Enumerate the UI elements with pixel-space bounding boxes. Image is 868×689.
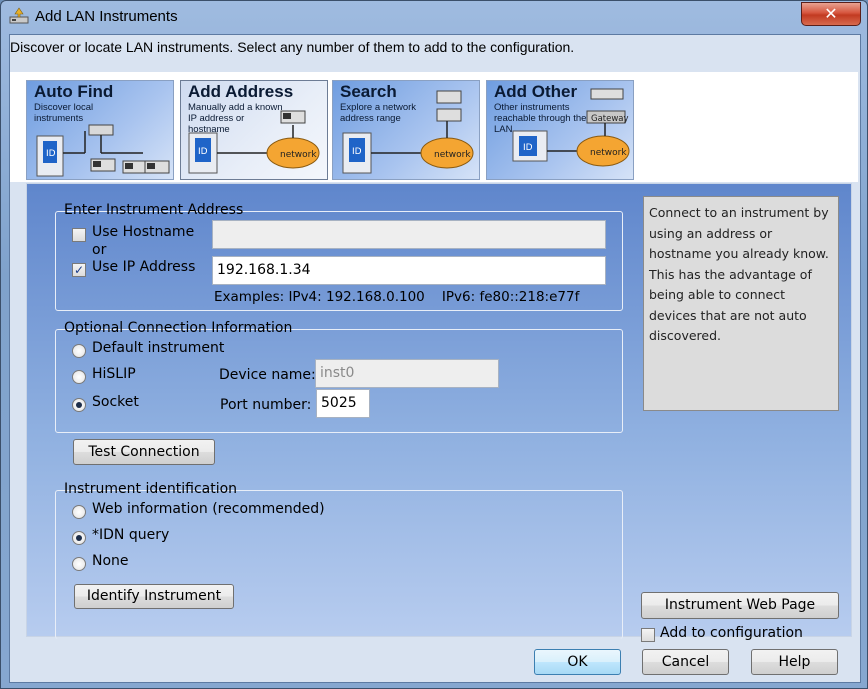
tab-description: Other instruments reachable through the … bbox=[494, 102, 587, 135]
tab-label: Auto Find bbox=[34, 82, 114, 101]
lan-instruments-app-icon bbox=[9, 7, 29, 25]
identification-group-label: Instrument identification bbox=[64, 481, 238, 497]
svg-text:ID: ID bbox=[46, 149, 56, 159]
socket-label: Socket bbox=[92, 394, 139, 410]
socket-radio[interactable] bbox=[72, 398, 86, 412]
svg-text:ID: ID bbox=[523, 143, 533, 153]
tab-description: Discover local instruments bbox=[34, 102, 94, 124]
address-examples: Examples: IPv4: 192.168.0.100 IPv6: fe80… bbox=[214, 289, 580, 305]
none-radio[interactable] bbox=[72, 557, 86, 571]
none-label: None bbox=[92, 553, 129, 569]
connection-group: Optional Connection Information Default … bbox=[55, 320, 623, 433]
idn-query-radio[interactable] bbox=[72, 531, 86, 545]
close-icon: ✕ bbox=[824, 4, 838, 23]
tab-label: Add Other bbox=[494, 82, 578, 101]
use-ip-address-checkbox[interactable]: ✓ bbox=[72, 263, 86, 277]
hislip-radio[interactable] bbox=[72, 370, 86, 384]
svg-text:ID: ID bbox=[352, 147, 362, 157]
hislip-label: HiSLIP bbox=[92, 366, 136, 382]
help-button[interactable]: Help bbox=[751, 649, 838, 675]
add-address-panel: Enter Instrument Address Use Hostname or… bbox=[26, 183, 852, 642]
default-instrument-radio[interactable] bbox=[72, 344, 86, 358]
idn-query-label: *IDN query bbox=[92, 527, 170, 543]
dialog-footer: OK Cancel Help bbox=[10, 637, 858, 681]
use-hostname-label: Use Hostname bbox=[92, 224, 195, 240]
window-title: Add LAN Instruments bbox=[35, 8, 178, 25]
mode-tabs-strip: ID Auto Find Discover local instruments bbox=[10, 72, 858, 182]
web-information-radio[interactable] bbox=[72, 505, 86, 519]
help-info-box: Connect to an instrument by using an add… bbox=[643, 196, 839, 411]
test-connection-button[interactable]: Test Connection bbox=[73, 439, 215, 465]
use-ip-address-label: Use IP Address bbox=[92, 259, 196, 275]
dialog-description: Discover or locate LAN instruments. Sele… bbox=[10, 39, 575, 55]
dialog-client: Discover or locate LAN instruments. Sele… bbox=[9, 34, 861, 683]
title-bar: Add LAN Instruments ✕ bbox=[1, 1, 867, 35]
instrument-web-page-button[interactable]: Instrument Web Page bbox=[641, 592, 839, 619]
ip-address-input[interactable]: 192.168.1.34 bbox=[212, 256, 606, 285]
add-lan-instruments-window: Add LAN Instruments ✕ Discover or locate… bbox=[0, 0, 868, 689]
identify-instrument-button[interactable]: Identify Instrument bbox=[74, 584, 234, 609]
gateway-label: Gateway bbox=[591, 114, 629, 124]
port-number-input[interactable]: 5025 bbox=[316, 389, 370, 418]
hostname-input[interactable] bbox=[212, 220, 606, 249]
or-label: or bbox=[92, 242, 107, 258]
network-label: network bbox=[280, 150, 317, 160]
tab-label: Add Address bbox=[188, 82, 294, 101]
network-label: network bbox=[434, 150, 471, 160]
tab-description: Explore a network address range bbox=[340, 102, 417, 124]
tab-auto-find[interactable]: ID Auto Find Discover local instruments bbox=[26, 80, 174, 180]
default-instrument-label: Default instrument bbox=[92, 340, 225, 356]
tab-description: Manually add a known IP address or hostn… bbox=[188, 102, 283, 135]
cancel-button[interactable]: Cancel bbox=[642, 649, 729, 675]
connection-group-label: Optional Connection Information bbox=[64, 320, 293, 336]
close-button[interactable]: ✕ bbox=[801, 2, 861, 26]
device-name-input[interactable]: inst0 bbox=[315, 359, 499, 388]
use-hostname-checkbox[interactable] bbox=[72, 228, 86, 242]
address-group-label: Enter Instrument Address bbox=[64, 202, 244, 218]
web-information-label: Web information (recommended) bbox=[92, 501, 325, 517]
tab-label: Search bbox=[340, 82, 397, 101]
identification-group: Instrument identification Web informatio… bbox=[55, 481, 623, 639]
device-name-label: Device name: bbox=[219, 367, 316, 383]
tab-search[interactable]: ID network Search Explore a network addr… bbox=[332, 80, 480, 180]
ok-button[interactable]: OK bbox=[534, 649, 621, 675]
tab-add-address[interactable]: ID network Add Address Manually add a kn… bbox=[180, 80, 328, 180]
network-label: network bbox=[590, 148, 627, 158]
svg-text:ID: ID bbox=[198, 147, 208, 157]
address-group: Enter Instrument Address Use Hostname or… bbox=[55, 202, 623, 311]
tab-add-other[interactable]: ID network Gateway Add Other Other instr… bbox=[486, 80, 634, 180]
port-number-label: Port number: bbox=[220, 397, 312, 413]
